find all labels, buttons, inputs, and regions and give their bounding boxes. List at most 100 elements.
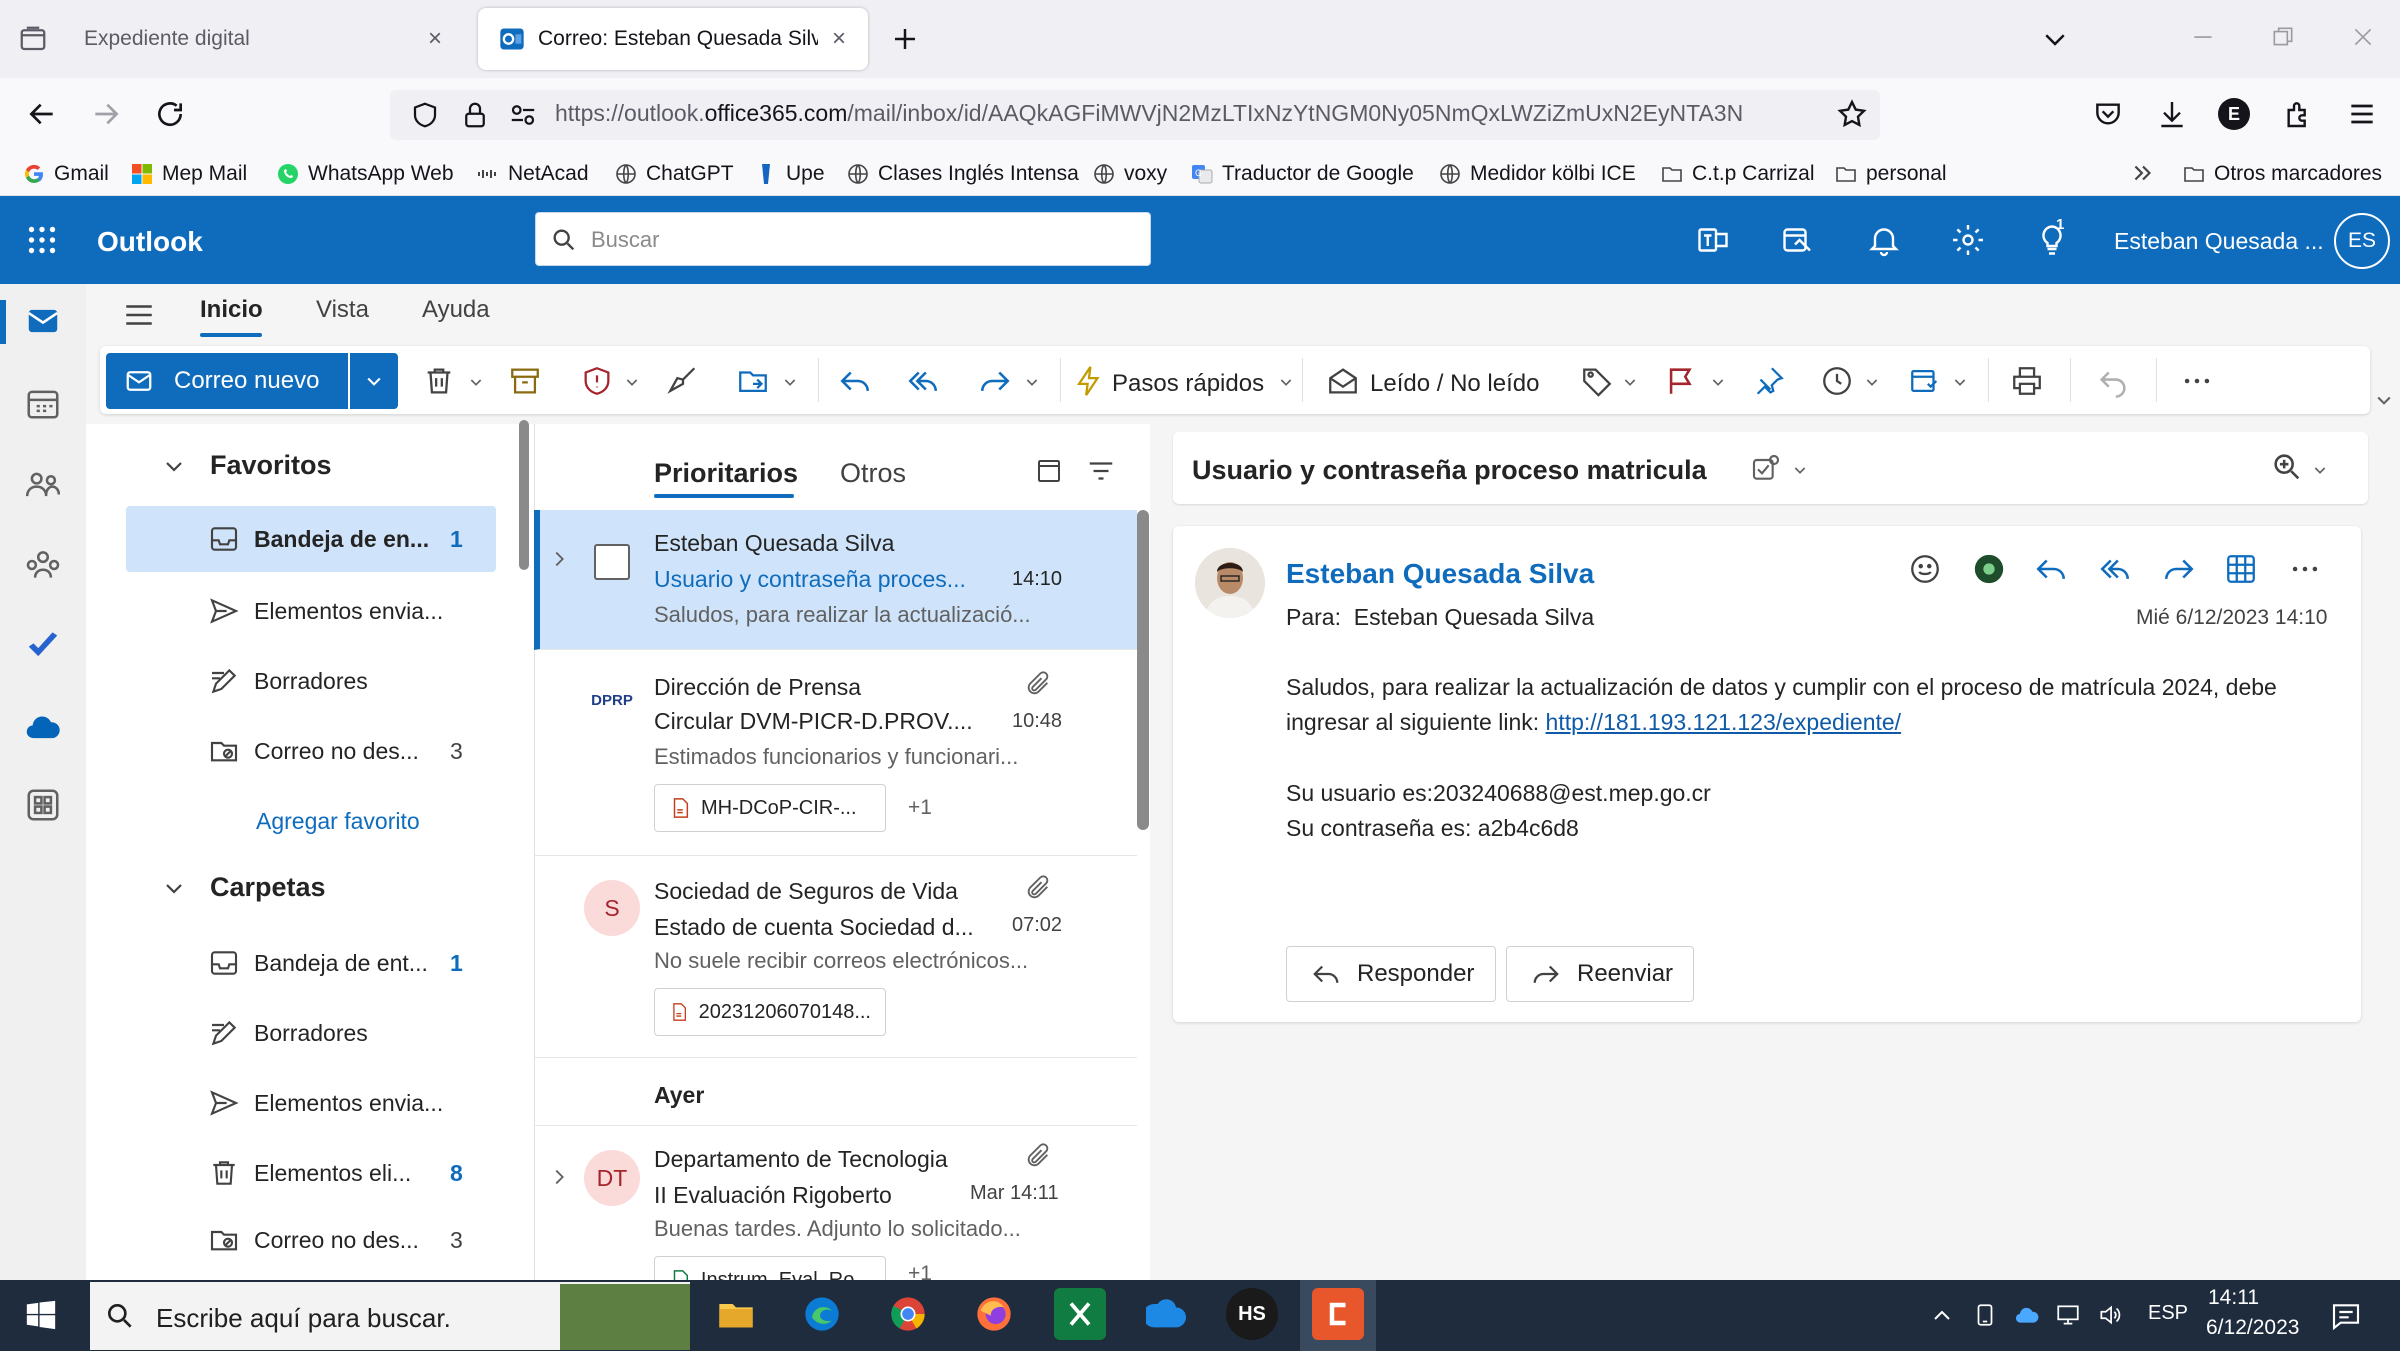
zoom-icon[interactable] (2270, 450, 2304, 484)
tab-ayuda[interactable]: Ayuda (422, 296, 490, 324)
tab-prioritarios[interactable]: Prioritarios (654, 458, 798, 489)
chevron-right-icon[interactable] (548, 1166, 570, 1188)
reply-button[interactable]: Responder (1286, 946, 1496, 1002)
message-list-scrollbar[interactable] (1137, 510, 1149, 830)
folder-deleted[interactable]: Elementos eli... 8 (126, 1140, 496, 1206)
app-title[interactable]: Outlook (97, 226, 203, 258)
chevron-up-icon[interactable] (1930, 1304, 1954, 1328)
bookmark-medidor[interactable]: Medidor kölbi ICE (1438, 158, 1636, 190)
network-icon[interactable] (2054, 1302, 2082, 1328)
chevron-down-icon[interactable] (1864, 374, 1880, 390)
clock-icon[interactable] (1820, 364, 1854, 398)
app-launcher-icon[interactable] (24, 222, 60, 258)
print-icon[interactable] (2010, 364, 2044, 398)
folder-scrollbar[interactable] (519, 420, 529, 570)
reply-all-icon[interactable] (2098, 552, 2132, 586)
new-mail-dropdown[interactable] (350, 353, 398, 409)
back-icon[interactable] (26, 98, 58, 130)
undo-icon[interactable] (2096, 364, 2130, 398)
delete-icon[interactable] (422, 364, 456, 398)
read-unread-button[interactable]: Leído / No leído (1370, 370, 1539, 398)
reload-icon[interactable] (154, 98, 186, 130)
browser-tab-expediente[interactable]: Expediente digital × (64, 8, 464, 70)
clock-time[interactable]: 14:11 (2208, 1286, 2259, 1310)
chevron-down-icon[interactable] (162, 454, 186, 478)
apps-icon[interactable] (2224, 552, 2258, 586)
bookmark-folder-ctp[interactable]: C.t.p Carrizal (1660, 158, 1815, 190)
lock-icon[interactable] (460, 100, 490, 130)
pocket-icon[interactable] (2092, 98, 2124, 130)
browser-tab-outlook[interactable]: Correo: Esteban Quesada Silva - × (478, 8, 868, 70)
groups-icon[interactable] (24, 546, 62, 584)
forward-icon[interactable] (978, 364, 1012, 398)
bookmark-upe[interactable]: Upe (754, 158, 825, 190)
envelope-open-icon[interactable] (1326, 364, 1360, 398)
flag-icon[interactable] (1664, 364, 1698, 398)
store-icon[interactable] (1140, 1288, 1192, 1340)
fav-junk[interactable]: Correo no des... 3 (126, 718, 496, 784)
chevron-down-icon[interactable] (1792, 462, 1808, 478)
archive-icon[interactable] (508, 364, 542, 398)
canva-app-icon[interactable] (1312, 1288, 1364, 1340)
folder-inbox[interactable]: Bandeja de ent... 1 (126, 930, 496, 996)
bookmark-voxy[interactable]: voxy (1092, 158, 1167, 190)
new-tab-icon[interactable] (890, 24, 920, 54)
calendar-icon[interactable] (24, 384, 62, 422)
chevron-down-icon[interactable] (782, 374, 798, 390)
my-day-icon[interactable] (1780, 222, 1816, 258)
chevron-down-icon[interactable] (624, 374, 640, 390)
emoji-icon[interactable] (1908, 552, 1942, 586)
summary-icon[interactable] (1750, 452, 1782, 484)
people-icon[interactable] (24, 466, 62, 504)
addin-icon[interactable] (1972, 552, 2006, 586)
report-icon[interactable] (580, 364, 614, 398)
close-tab-icon[interactable]: × (422, 26, 448, 52)
favorites-header[interactable]: Favoritos (210, 450, 332, 481)
bookmark-whatsapp[interactable]: WhatsApp Web (276, 158, 454, 190)
more-bookmarks-icon[interactable] (2130, 160, 2156, 186)
fav-inbox[interactable]: Bandeja de en... 1 (126, 506, 496, 572)
bookmark-chatgpt[interactable]: ChatGPT (614, 158, 734, 190)
bookmark-otros[interactable]: Otros marcadores (2182, 158, 2382, 190)
bookmark-gmail[interactable]: Gmail (22, 158, 109, 190)
chevron-down-icon[interactable] (1952, 374, 1968, 390)
close-window-icon[interactable] (2350, 24, 2376, 50)
volume-icon[interactable] (2096, 1302, 2124, 1328)
fav-drafts[interactable]: Borradores (126, 648, 496, 714)
email-link[interactable]: http://181.193.121.123/expediente/ (1546, 709, 1902, 735)
more-apps-icon[interactable] (24, 786, 62, 824)
chevron-down-icon[interactable] (162, 876, 186, 900)
chevron-down-icon[interactable] (2312, 462, 2328, 478)
attachment-chip[interactable]: Instrum_Eval_Ro... (654, 1256, 886, 1280)
bookmark-clases-ingles[interactable]: Clases Inglés Intensa (846, 158, 1079, 190)
account-name[interactable]: Esteban Quesada ... (2114, 228, 2324, 255)
rules-icon[interactable] (1908, 364, 1942, 398)
forward-button[interactable]: Reenviar (1506, 946, 1694, 1002)
bookmark-mep-mail[interactable]: Mep Mail (130, 158, 247, 190)
minimize-icon[interactable] (2190, 24, 2216, 50)
reply-all-icon[interactable] (906, 364, 940, 398)
onedrive-icon[interactable] (2012, 1302, 2042, 1328)
reply-icon[interactable] (838, 364, 872, 398)
extensions-icon[interactable] (2282, 98, 2314, 130)
lightning-icon[interactable] (1072, 364, 1106, 398)
more-attachments[interactable]: +1 (908, 796, 932, 820)
pin-icon[interactable] (1752, 364, 1786, 398)
forward-icon[interactable] (90, 98, 122, 130)
message-sender[interactable]: Departamento de Tecnologia (654, 1146, 948, 1173)
chevron-right-icon[interactable] (548, 548, 570, 570)
clock-date[interactable]: 6/12/2023 (2206, 1316, 2299, 1340)
quick-steps-button[interactable]: Pasos rápidos (1112, 370, 1264, 398)
add-favorite-link[interactable]: Agregar favorito (256, 808, 420, 835)
hs-app-icon[interactable]: HS (1226, 1288, 1278, 1340)
lightbulb-icon[interactable] (2034, 222, 2070, 258)
sweep-icon[interactable] (666, 364, 700, 398)
profile-icon[interactable]: E (2218, 98, 2250, 130)
tab-inicio[interactable]: Inicio (200, 296, 263, 324)
restore-icon[interactable] (2270, 24, 2296, 50)
bookmark-folder-personal[interactable]: personal (1834, 158, 1947, 190)
bookmark-netacad[interactable]: NetAcad (476, 158, 589, 190)
account-avatar[interactable]: ES (2334, 213, 2390, 269)
tab-list-icon[interactable] (18, 24, 48, 54)
folders-header[interactable]: Carpetas (210, 872, 326, 903)
